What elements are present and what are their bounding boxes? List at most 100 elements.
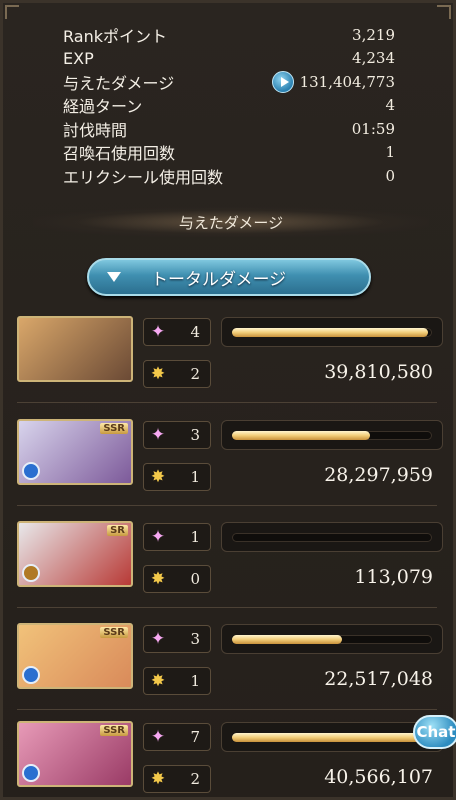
stat-value: 4,234 (352, 49, 395, 68)
damage-bar (221, 522, 443, 552)
stat-summon-uses: 召喚石使用回数 1 (63, 141, 395, 165)
damage-bar-track (232, 328, 432, 337)
damage-bar (221, 722, 443, 752)
damage-bar (221, 624, 443, 654)
character-row: SSR ✦ 3 ✸ 1 28,297,959 (17, 419, 445, 503)
damage-value: 28,297,959 (324, 464, 433, 486)
hit-count-box: ✸ 0 (143, 565, 211, 593)
hit-count: 1 (190, 672, 200, 690)
stat-value: 3,219 (352, 25, 395, 44)
skill-count-box: ✦ 3 (143, 625, 211, 653)
damage-bar-track (232, 635, 432, 644)
hit-count: 0 (190, 570, 200, 588)
rarity-badge: SSR (100, 725, 128, 736)
damage-bar-fill (232, 328, 428, 337)
character-row: SSR ✦ 3 ✸ 1 22,517,048 (17, 623, 445, 707)
stat-value: 131,404,773 (299, 72, 395, 91)
damage-type-dropdown[interactable]: トータルダメージ (87, 258, 371, 296)
character-portrait[interactable]: SSR (17, 419, 133, 485)
stat-label: EXP (63, 48, 94, 68)
rarity-badge: SR (107, 525, 128, 536)
damage-value: 40,566,107 (324, 766, 433, 788)
rarity-badge: SSR (100, 627, 128, 638)
element-icon (22, 462, 40, 480)
stat-label: 与えたダメージ (63, 73, 175, 93)
skill-count: 3 (190, 630, 200, 648)
skill-count-box: ✦ 1 (143, 523, 211, 551)
skill-count: 4 (190, 323, 200, 341)
skill-count-box: ✦ 3 (143, 421, 211, 449)
sparkle-icon: ✦ (150, 527, 166, 547)
chain-burst-icon: ✸ (150, 671, 166, 691)
element-icon (22, 564, 40, 582)
chain-burst-icon: ✸ (150, 769, 166, 789)
stat-label: 召喚石使用回数 (63, 144, 176, 164)
damage-value: 22,517,048 (324, 668, 433, 690)
hit-count: 1 (190, 468, 200, 486)
damage-bar (221, 420, 443, 450)
chain-burst-icon: ✸ (150, 364, 166, 384)
play-icon[interactable] (271, 70, 294, 93)
character-portrait[interactable]: SSR (17, 721, 133, 787)
hit-count-box: ✸ 2 (143, 360, 211, 388)
dropdown-label: トータルダメージ (151, 269, 287, 290)
stat-label: エリクシール使用回数 (63, 167, 224, 187)
result-panel: Rankポイント 3,219 EXP 4,234 与えたダメージ 131,404… (0, 0, 456, 800)
stat-value: 1 (385, 143, 395, 162)
element-icon (22, 666, 40, 684)
damage-bar-track (232, 431, 432, 440)
stat-value-wrap: 131,404,773 (271, 70, 395, 93)
damage-value: 113,079 (354, 566, 433, 588)
damage-bar (221, 317, 443, 347)
stat-exp: EXP 4,234 (63, 47, 395, 71)
damage-bar-track (232, 733, 432, 742)
hit-count-box: ✸ 1 (143, 667, 211, 695)
triangle-down-icon (107, 272, 121, 282)
stat-label: 討伐時間 (63, 120, 128, 140)
stat-time: 討伐時間 01:59 (63, 117, 395, 141)
row-divider (17, 402, 437, 403)
character-portrait[interactable] (17, 316, 133, 382)
frame-corner (437, 5, 451, 19)
stat-value: 4 (385, 96, 395, 115)
stat-label: Rankポイント (63, 26, 167, 46)
element-icon (22, 764, 40, 782)
character-row: ✦ 4 ✸ 2 39,810,580 (17, 316, 445, 400)
chat-button[interactable]: Chat (413, 715, 456, 749)
character-row: SR ✦ 1 ✸ 0 113,079 (17, 521, 445, 605)
frame-corner (5, 5, 19, 19)
skill-count: 3 (190, 426, 200, 444)
stat-rank-points: Rankポイント 3,219 (63, 23, 395, 47)
stat-value: 0 (385, 166, 395, 185)
damage-bar-fill (232, 733, 432, 742)
row-divider (17, 709, 437, 710)
chain-burst-icon: ✸ (150, 569, 166, 589)
row-divider (17, 505, 437, 506)
character-row: SSR ✦ 7 ✸ 2 40,566,107 (17, 721, 445, 800)
sparkle-icon: ✦ (150, 727, 166, 747)
sparkle-icon: ✦ (150, 425, 166, 445)
hit-count-box: ✸ 1 (143, 463, 211, 491)
rarity-badge: SSR (100, 423, 128, 434)
skill-count-box: ✦ 7 (143, 723, 211, 751)
character-portrait[interactable]: SSR (17, 623, 133, 689)
battle-stats: Rankポイント 3,219 EXP 4,234 与えたダメージ 131,404… (63, 23, 395, 188)
stat-damage-dealt: 与えたダメージ 131,404,773 (63, 70, 395, 94)
sparkle-icon: ✦ (150, 322, 166, 342)
skill-count: 7 (190, 728, 200, 746)
stat-value: 01:59 (351, 119, 395, 138)
row-divider (17, 607, 437, 608)
stat-turns: 経過ターン 4 (63, 94, 395, 118)
skill-count-box: ✦ 4 (143, 318, 211, 346)
character-portrait[interactable]: SR (17, 521, 133, 587)
sparkle-icon: ✦ (150, 629, 166, 649)
hit-count: 2 (190, 770, 200, 788)
hit-count: 2 (190, 365, 200, 383)
stat-label: 経過ターン (63, 97, 143, 117)
damage-bar-track (232, 533, 432, 542)
damage-value: 39,810,580 (324, 361, 433, 383)
damage-bar-fill (232, 431, 370, 440)
hit-count-box: ✸ 2 (143, 765, 211, 793)
chain-burst-icon: ✸ (150, 467, 166, 487)
stat-elixir-uses: エリクシール使用回数 0 (63, 164, 395, 188)
